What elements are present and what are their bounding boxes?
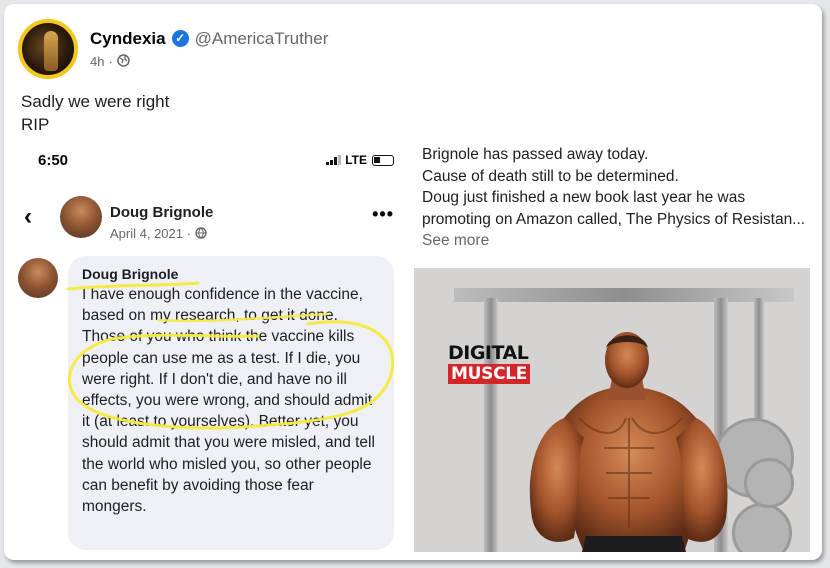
inner-post-header: ‹ Doug Brignole April 4, 2021 · •••: [8, 190, 408, 244]
page-date-text: April 4, 2021 ·: [110, 226, 191, 241]
right-line: Cause of death still to be determined.: [422, 167, 679, 185]
network-label: LTE: [345, 153, 367, 167]
phone-status-bar: 6:50 LTE: [8, 152, 408, 172]
verified-icon: ✓: [171, 30, 189, 47]
author-name[interactable]: Cyndexia: [90, 29, 166, 49]
post-header: Cyndexia ✓ @AmericaTruther 4h ·: [18, 18, 328, 80]
bodybuilder-photo: DIGITAL MUSCLE: [414, 268, 810, 552]
right-line-text: Doug just finished a new book last year …: [422, 189, 806, 228]
more-options-icon[interactable]: •••: [372, 204, 394, 225]
comment-author[interactable]: Doug Brignole: [82, 266, 380, 282]
caption-line: RIP: [21, 115, 50, 134]
meta-separator: ·: [108, 54, 113, 69]
logo-top-text: DIGITAL: [448, 342, 529, 364]
post-meta: 4h ·: [90, 53, 328, 70]
status-time: 6:50: [38, 152, 69, 169]
post-card: Cyndexia ✓ @AmericaTruther 4h · Sadly we…: [4, 4, 822, 560]
public-audience-icon: [117, 53, 130, 70]
author-name-row: Cyndexia ✓ @AmericaTruther: [90, 29, 328, 49]
post-timestamp[interactable]: 4h: [90, 54, 104, 69]
see-more-link[interactable]: See more: [422, 232, 489, 249]
author-avatar[interactable]: [18, 19, 78, 79]
status-indicators: LTE: [325, 153, 394, 167]
caption-line: Sadly we were right: [21, 92, 170, 111]
globe-icon: [194, 227, 207, 239]
right-post-text: Brignole has passed away today. Cause of…: [422, 144, 812, 252]
signal-icon: [325, 155, 342, 165]
logo-bottom-text: MUSCLE: [448, 364, 531, 384]
bodybuilder-figure: [529, 332, 728, 552]
battery-icon: [372, 154, 394, 166]
author-info: Cyndexia ✓ @AmericaTruther 4h ·: [90, 29, 328, 70]
comment-avatar[interactable]: [18, 258, 58, 298]
page-avatar[interactable]: [60, 196, 102, 238]
right-line: Brignole has passed away today.: [422, 146, 649, 163]
comment-text: I have enough confidence in the vaccine,…: [82, 286, 375, 516]
digital-muscle-logo: DIGITAL MUSCLE: [448, 342, 531, 384]
post-caption: Sadly we were right RIP: [21, 90, 169, 136]
back-arrow-icon[interactable]: ‹: [24, 203, 32, 231]
comment-bubble: Doug Brignole I have enough confidence i…: [68, 256, 394, 550]
page-date: April 4, 2021 ·: [110, 226, 207, 241]
embedded-phone-screenshot: 6:50 LTE ‹ Doug Brignole April 4, 2021 ·…: [8, 138, 408, 554]
author-handle[interactable]: @AmericaTruther: [195, 29, 329, 49]
right-line: Doug just finished a new book last year …: [422, 187, 812, 252]
page-name[interactable]: Doug Brignole: [110, 204, 213, 221]
